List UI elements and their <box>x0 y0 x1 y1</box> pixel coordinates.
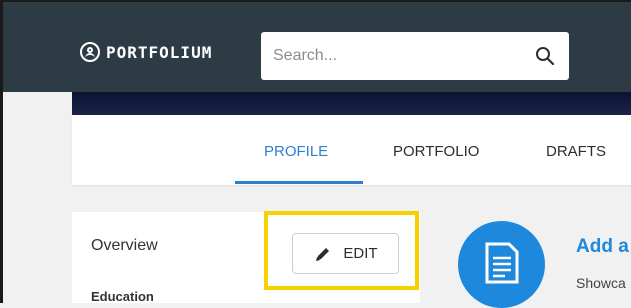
edit-button-label: EDIT <box>343 245 378 262</box>
top-navbar: PORTFOLIUM Search... <box>3 2 631 92</box>
add-card-subtitle: Showca <box>576 275 626 291</box>
search-input[interactable]: Search... <box>261 32 569 80</box>
portfolium-logo-icon <box>80 42 100 62</box>
tab-profile[interactable]: PROFILE <box>264 143 328 160</box>
active-tab-indicator <box>235 181 363 184</box>
search-icon[interactable] <box>535 46 555 66</box>
edit-button[interactable]: EDIT <box>292 233 399 274</box>
add-project-circle[interactable] <box>458 221 545 308</box>
sidebar-item-overview[interactable]: Overview <box>91 237 158 255</box>
brand-name: PORTFOLIUM <box>106 42 213 62</box>
document-icon <box>485 242 519 284</box>
profile-banner <box>72 92 631 115</box>
search-placeholder: Search... <box>273 47 338 64</box>
profile-tabs: PROFILE PORTFOLIO DRAFTS <box>72 115 631 185</box>
tab-drafts[interactable]: DRAFTS <box>546 143 606 160</box>
brand-logo[interactable]: PORTFOLIUM <box>80 40 212 64</box>
pencil-icon <box>316 247 330 261</box>
sidebar-item-education[interactable]: Education <box>91 289 154 304</box>
add-card-title[interactable]: Add a <box>576 236 629 258</box>
tab-portfolio[interactable]: PORTFOLIO <box>393 143 479 160</box>
